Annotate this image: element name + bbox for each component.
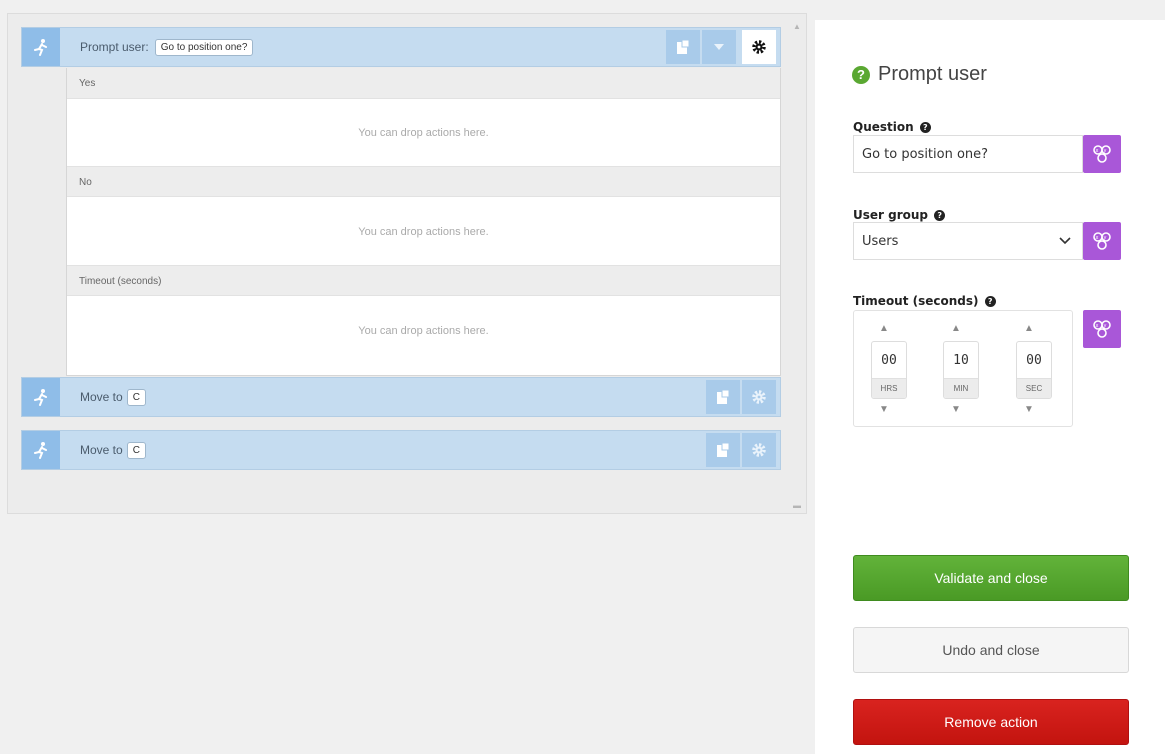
question-input[interactable]: Go to position one? bbox=[853, 135, 1083, 173]
collapse-button[interactable] bbox=[702, 30, 736, 64]
timeout-picker: ▲ 00 HRS ▼ ▲ 10 MIN ▼ ▲ 00 SEC ▼ bbox=[853, 310, 1073, 427]
paste-button[interactable] bbox=[666, 30, 700, 64]
timeout-label-text: Timeout (seconds) bbox=[853, 294, 979, 308]
running-person-icon bbox=[22, 28, 60, 66]
seconds-field[interactable]: 00 SEC bbox=[1016, 341, 1052, 399]
move-to-action[interactable]: Move to C bbox=[21, 430, 781, 470]
hours-up-icon[interactable]: ▲ bbox=[859, 323, 909, 334]
chevron-down-icon bbox=[714, 44, 724, 50]
branch-yes-header: Yes bbox=[67, 68, 780, 99]
user-group-label-text: User group bbox=[853, 208, 929, 222]
user-group-select[interactable]: Users bbox=[853, 222, 1083, 260]
svg-text:x: x bbox=[1096, 323, 1099, 329]
properties-panel: ? Prompt user Question ? Go to position … bbox=[815, 20, 1165, 754]
paste-button[interactable] bbox=[706, 380, 740, 414]
undo-and-close-button[interactable]: Undo and close bbox=[853, 627, 1129, 673]
paste-button[interactable] bbox=[706, 433, 740, 467]
variable-icon: xy bbox=[1093, 320, 1111, 338]
question-variable-button[interactable]: xy bbox=[1083, 135, 1121, 173]
gear-icon bbox=[752, 390, 766, 404]
prompt-user-title: Prompt user: Go to position one? bbox=[80, 28, 254, 66]
prompt-branches: Yes You can drop actions here. No You ca… bbox=[66, 68, 781, 376]
move-to-label: Move to bbox=[80, 390, 123, 404]
minutes-up-icon[interactable]: ▲ bbox=[931, 323, 981, 334]
hours-field[interactable]: 00 HRS bbox=[871, 341, 907, 399]
move-to-title: Move to C bbox=[80, 431, 146, 469]
move-to-action[interactable]: Move to C bbox=[21, 377, 781, 417]
branch-yes-dropzone[interactable]: You can drop actions here. bbox=[67, 99, 780, 166]
minutes-down-icon[interactable]: ▼ bbox=[931, 404, 981, 415]
user-group-help-icon[interactable]: ? bbox=[934, 210, 946, 221]
user-group-label: User group ? bbox=[853, 208, 946, 222]
action-editor: ▲ ▬ Prompt user: Go to position one? Yes… bbox=[7, 13, 807, 514]
branch-no-dropzone[interactable]: You can drop actions here. bbox=[67, 198, 780, 265]
question-pill: Go to position one? bbox=[154, 38, 254, 56]
branch-timeout-dropzone[interactable]: You can drop actions here. bbox=[67, 297, 780, 364]
question-help-icon[interactable]: ? bbox=[919, 122, 931, 133]
panel-title-text: Prompt user bbox=[878, 63, 987, 85]
paste-icon bbox=[677, 39, 690, 54]
settings-button[interactable] bbox=[742, 30, 776, 64]
question-label: Question ? bbox=[853, 120, 931, 134]
timeout-help-icon[interactable]: ? bbox=[984, 296, 996, 307]
svg-text:y: y bbox=[1104, 148, 1107, 154]
minutes-column: ▲ 10 MIN ▼ bbox=[931, 311, 981, 428]
minutes-field[interactable]: 10 MIN bbox=[943, 341, 979, 399]
user-group-variable-button[interactable]: xy bbox=[1083, 222, 1121, 260]
paste-icon bbox=[717, 389, 730, 404]
prompt-user-action[interactable]: Prompt user: Go to position one? bbox=[21, 27, 781, 67]
move-to-title: Move to C bbox=[80, 378, 146, 416]
seconds-unit: SEC bbox=[1017, 378, 1051, 398]
move-target-pill: C bbox=[126, 441, 146, 459]
running-person-icon bbox=[22, 378, 60, 416]
hours-unit: HRS bbox=[872, 378, 906, 398]
gear-icon bbox=[752, 40, 766, 54]
hours-down-icon[interactable]: ▼ bbox=[859, 404, 909, 415]
variable-icon: xy bbox=[1093, 145, 1111, 163]
settings-button[interactable] bbox=[742, 433, 776, 467]
seconds-down-icon[interactable]: ▼ bbox=[1004, 404, 1054, 415]
settings-button[interactable] bbox=[742, 380, 776, 414]
move-to-label: Move to bbox=[80, 443, 123, 457]
paste-icon bbox=[717, 442, 730, 457]
seconds-column: ▲ 00 SEC ▼ bbox=[1004, 311, 1054, 428]
minutes-unit: MIN bbox=[944, 378, 978, 398]
svg-text:y: y bbox=[1104, 235, 1107, 241]
svg-text:y: y bbox=[1104, 323, 1107, 329]
validate-and-close-button[interactable]: Validate and close bbox=[853, 555, 1129, 601]
scroll-down-icon[interactable]: ▬ bbox=[790, 501, 804, 510]
panel-title: ? Prompt user bbox=[852, 63, 987, 86]
svg-text:x: x bbox=[1096, 148, 1099, 154]
gear-icon bbox=[752, 443, 766, 457]
seconds-value[interactable]: 00 bbox=[1017, 342, 1051, 378]
timeout-variable-button[interactable]: xy bbox=[1083, 310, 1121, 348]
variable-icon: xy bbox=[1093, 232, 1111, 250]
question-label-text: Question bbox=[853, 120, 914, 134]
timeout-label: Timeout (seconds) ? bbox=[853, 294, 996, 308]
scroll-up-icon[interactable]: ▲ bbox=[790, 22, 804, 31]
chevron-down-icon bbox=[1059, 237, 1071, 245]
prompt-user-label: Prompt user: bbox=[80, 40, 149, 54]
running-person-icon bbox=[22, 431, 60, 469]
move-target-pill: C bbox=[126, 388, 146, 406]
user-group-value: Users bbox=[862, 233, 899, 249]
editor-scrollbar[interactable]: ▲ ▬ bbox=[790, 20, 804, 510]
hours-value[interactable]: 00 bbox=[872, 342, 906, 378]
svg-text:x: x bbox=[1096, 235, 1099, 241]
remove-action-button[interactable]: Remove action bbox=[853, 699, 1129, 745]
branch-no-header: No bbox=[67, 166, 780, 197]
question-icon: ? bbox=[852, 65, 870, 84]
seconds-up-icon[interactable]: ▲ bbox=[1004, 323, 1054, 334]
minutes-value[interactable]: 10 bbox=[944, 342, 978, 378]
hours-column: ▲ 00 HRS ▼ bbox=[859, 311, 909, 428]
branch-timeout-header: Timeout (seconds) bbox=[67, 265, 780, 296]
